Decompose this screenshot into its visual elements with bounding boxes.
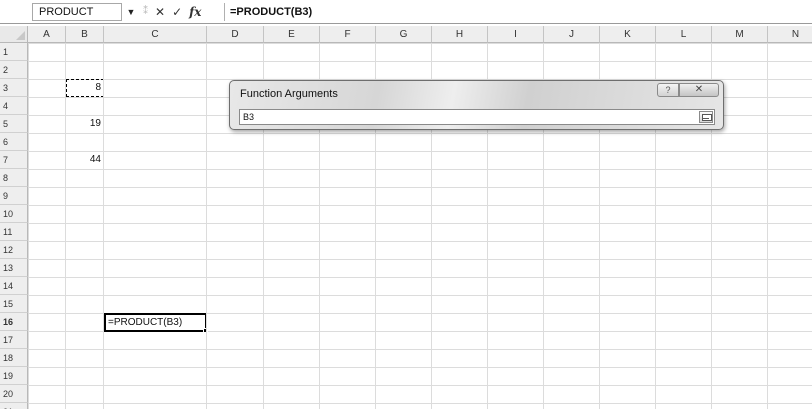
row-header-10[interactable]: 10 xyxy=(0,205,28,223)
column-header-j[interactable]: J xyxy=(544,26,600,43)
argument-input[interactable]: B3 xyxy=(239,109,715,125)
row-header-1[interactable]: 1 xyxy=(0,43,28,61)
cancel-icon[interactable]: ✕ xyxy=(155,3,165,21)
column-header-a[interactable]: A xyxy=(28,26,66,43)
row-header-15[interactable]: 15 xyxy=(0,295,28,313)
column-header-f[interactable]: F xyxy=(320,26,376,43)
dialog-title: Function Arguments xyxy=(240,88,338,100)
row-header-3[interactable]: 3 xyxy=(0,79,28,97)
column-header-h[interactable]: H xyxy=(432,26,488,43)
row-header-13[interactable]: 13 xyxy=(0,259,28,277)
column-header-l[interactable]: L xyxy=(656,26,712,43)
row-header-4[interactable]: 4 xyxy=(0,97,28,115)
formula-bar-divider xyxy=(224,3,225,21)
column-header-n[interactable]: N xyxy=(768,26,812,43)
row-header-5[interactable]: 5 xyxy=(0,115,28,133)
name-box[interactable]: PRODUCT xyxy=(32,3,122,21)
cell-b7[interactable]: 44 xyxy=(66,151,104,169)
column-gridline xyxy=(767,43,768,409)
formula-bar-buttons: ⁑ ✕ ✓ fx xyxy=(143,3,201,21)
select-all-corner[interactable] xyxy=(0,26,28,43)
row-header-21[interactable]: 21 xyxy=(0,403,28,409)
column-header-e[interactable]: E xyxy=(264,26,320,43)
cell-b5[interactable]: 19 xyxy=(66,115,104,133)
copy-marquee xyxy=(66,79,104,97)
row-header-2[interactable]: 2 xyxy=(0,61,28,79)
row-header-8[interactable]: 8 xyxy=(0,169,28,187)
help-button[interactable]: ? xyxy=(657,83,679,97)
row-header-17[interactable]: 17 xyxy=(0,331,28,349)
row-header-7[interactable]: 7 xyxy=(0,151,28,169)
row-header-18[interactable]: 18 xyxy=(0,349,28,367)
function-arguments-dialog: Function Arguments ? ✕ B3 xyxy=(229,80,724,130)
row-header-20[interactable]: 20 xyxy=(0,385,28,403)
column-header-d[interactable]: D xyxy=(207,26,264,43)
formula-bar: PRODUCT ▼ ⁑ ✕ ✓ fx =PRODUCT(B3) xyxy=(0,0,812,24)
enter-icon[interactable]: ✓ xyxy=(172,3,182,21)
column-gridline xyxy=(103,43,104,409)
column-gridline xyxy=(206,43,207,409)
column-header-b[interactable]: B xyxy=(66,26,104,43)
row-header-12[interactable]: 12 xyxy=(0,241,28,259)
row-header-6[interactable]: 6 xyxy=(0,133,28,151)
row-header-14[interactable]: 14 xyxy=(0,277,28,295)
column-gridline xyxy=(65,43,66,409)
column-header-c[interactable]: C xyxy=(104,26,207,43)
row-header-16[interactable]: 16 xyxy=(0,313,28,331)
column-header-g[interactable]: G xyxy=(376,26,432,43)
column-header-i[interactable]: I xyxy=(488,26,544,43)
formula-input[interactable]: =PRODUCT(B3) xyxy=(230,3,805,21)
column-header-m[interactable]: M xyxy=(712,26,768,43)
active-cell-c16[interactable]: =PRODUCT(B3) xyxy=(104,313,207,332)
row-header-9[interactable]: 9 xyxy=(0,187,28,205)
close-button[interactable]: ✕ xyxy=(679,83,719,97)
expand-dialog-icon[interactable] xyxy=(699,111,713,123)
fx-icon[interactable]: fx xyxy=(189,3,201,21)
column-header-k[interactable]: K xyxy=(600,26,656,43)
row-header-19[interactable]: 19 xyxy=(0,367,28,385)
separator-icon: ⁑ xyxy=(143,6,148,17)
argument-value: B3 xyxy=(243,112,255,122)
chevron-down-icon[interactable]: ▼ xyxy=(124,3,138,21)
row-header-11[interactable]: 11 xyxy=(0,223,28,241)
